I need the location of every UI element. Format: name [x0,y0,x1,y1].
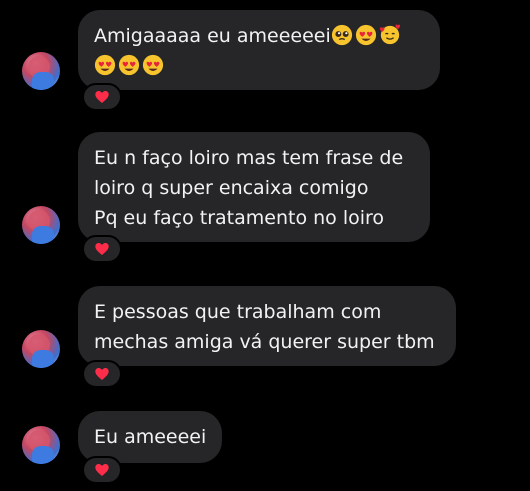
heart-reaction[interactable] [82,360,122,388]
message-bubble[interactable]: Amigaaaaa eu ameeeeei [78,10,440,90]
heart-eyes-face-icon [142,54,164,76]
chat-thread: Amigaaaaa eu ameeeeei Eu n faço loiro ma… [0,0,530,491]
heart-reaction[interactable] [82,456,122,484]
message-text-line: loiro q super encaixa comigo [94,177,369,199]
smiling-face-with-hearts-icon [379,24,400,45]
avatar[interactable] [22,330,60,368]
message-text-line: Amigaaaaa eu ameeeeei [94,21,424,51]
heart-eyes-face-icon [94,54,116,76]
message-text-line: Pq eu faço tratamento no loiro [94,207,385,229]
message-bubble[interactable]: E pessoas que trabalham com mechas amiga… [78,286,456,366]
message-text-line: Eu ameeeei [94,426,207,448]
heart-reaction[interactable] [82,235,122,263]
message-text-line: Eu n faço loiro mas tem frase de [94,147,404,169]
heart-eyes-face-icon [118,54,140,76]
message-text-line: mechas amiga vá querer super tbm [94,331,435,353]
heart-reaction[interactable] [82,83,122,111]
heart-icon [95,243,109,255]
avatar[interactable] [22,426,60,464]
heart-icon [95,91,109,103]
message-text-line: E pessoas que trabalham com [94,301,382,323]
heart-icon [95,368,109,380]
pleading-face-icon [331,24,352,46]
heart-eyes-face-icon [355,24,376,46]
message-bubble[interactable]: Eu n faço loiro mas tem frase de loiro q… [78,132,430,242]
avatar[interactable] [22,52,60,90]
message-emoji-line [94,51,424,81]
heart-icon [95,464,109,476]
avatar[interactable] [22,206,60,244]
